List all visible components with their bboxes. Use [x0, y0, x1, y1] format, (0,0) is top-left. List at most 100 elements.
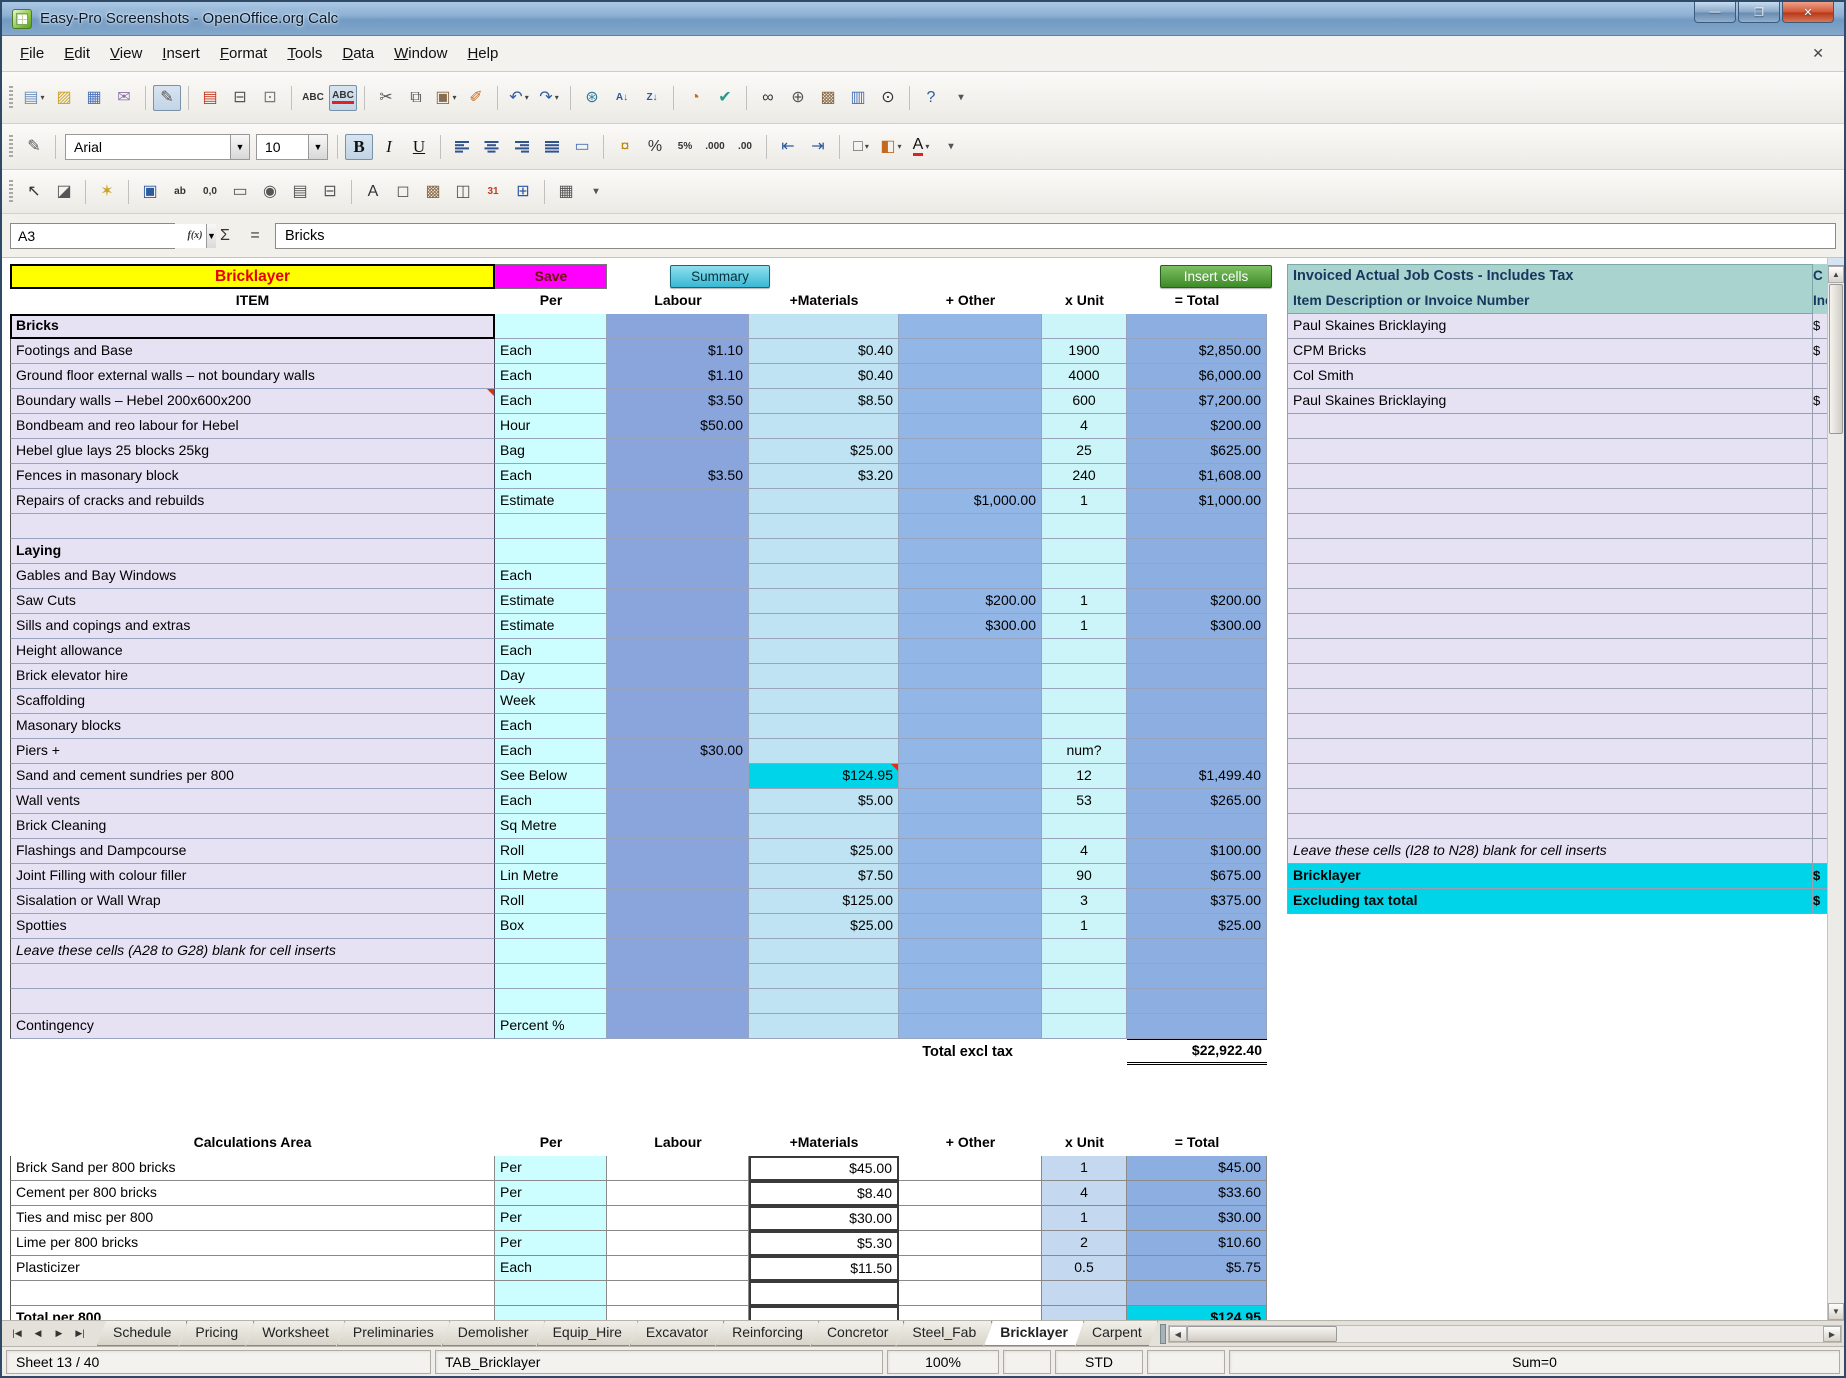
titlebar[interactable]: Easy-Pro Screenshots - OpenOffice.org Ca…: [2, 2, 1844, 36]
item-cell[interactable]: Bondbeam and reo labour for Hebel: [10, 414, 495, 439]
other-cell[interactable]: [899, 514, 1042, 539]
unit-cell[interactable]: 4000: [1042, 364, 1127, 389]
materials-cell[interactable]: [749, 564, 899, 589]
labour-cell[interactable]: [607, 614, 749, 639]
option-button-icon[interactable]: ◉: [256, 179, 284, 205]
unit-cell[interactable]: 3: [1042, 889, 1127, 914]
other-cell[interactable]: [899, 1281, 1042, 1306]
total-cell[interactable]: $1,499.40: [1127, 764, 1267, 789]
other-cell[interactable]: [899, 389, 1042, 414]
per-cell[interactable]: Each: [495, 714, 607, 739]
labour-cell[interactable]: [607, 814, 749, 839]
item-cell[interactable]: Piers +: [10, 739, 495, 764]
item-cell[interactable]: Sisalation or Wall Wrap: [10, 889, 495, 914]
materials-cell[interactable]: [749, 939, 899, 964]
column-header[interactable]: +Materials: [749, 289, 899, 314]
materials-cell[interactable]: $0.40: [749, 339, 899, 364]
item-cell[interactable]: Height allowance: [10, 639, 495, 664]
invoice-desc-cell[interactable]: Leave these cells (I28 to N28) blank for…: [1287, 839, 1813, 864]
sort-descending-icon[interactable]: Z↓: [638, 85, 666, 111]
other-cell[interactable]: [899, 439, 1042, 464]
unit-cell[interactable]: [1042, 989, 1127, 1014]
menu-format[interactable]: Format: [210, 40, 278, 67]
total-cell[interactable]: [1127, 814, 1267, 839]
per-cell[interactable]: Each: [495, 339, 607, 364]
formatted-field-icon[interactable]: 0,0: [196, 179, 224, 205]
invoice-desc-cell[interactable]: [1287, 564, 1813, 589]
toolbar-more-icon[interactable]: ▾: [582, 179, 610, 205]
materials-cell[interactable]: $25.00: [749, 439, 899, 464]
total-cell[interactable]: $33.60: [1127, 1181, 1267, 1206]
unit-cell[interactable]: num?: [1042, 739, 1127, 764]
unit-cell[interactable]: 25: [1042, 439, 1127, 464]
toolbar-handle[interactable]: [9, 180, 13, 204]
item-cell[interactable]: Ties and misc per 800: [10, 1206, 495, 1231]
menu-data[interactable]: Data: [332, 40, 384, 67]
push-button-icon[interactable]: ▭: [226, 179, 254, 205]
per-cell[interactable]: Each: [495, 639, 607, 664]
other-cell[interactable]: [899, 1156, 1042, 1181]
item-cell[interactable]: Plasticizer: [10, 1256, 495, 1281]
minimize-button[interactable]: —: [1694, 2, 1736, 23]
per-cell[interactable]: Per: [495, 1206, 607, 1231]
status-zoom[interactable]: 100%: [887, 1350, 999, 1374]
name-box[interactable]: ▼: [10, 223, 175, 249]
insert-chart-icon[interactable]: ◔: [681, 85, 709, 111]
item-cell[interactable]: Sand and cement sundries per 800: [10, 764, 495, 789]
menu-file[interactable]: File: [10, 40, 54, 67]
item-cell[interactable]: Boundary walls – Hebel 200x600x200: [10, 389, 495, 414]
other-cell[interactable]: [899, 464, 1042, 489]
materials-cell[interactable]: $45.00: [749, 1156, 899, 1181]
print-icon[interactable]: ⊟: [226, 85, 254, 111]
labour-cell[interactable]: [607, 989, 749, 1014]
sum-icon[interactable]: Σ: [211, 223, 239, 249]
item-cell[interactable]: [10, 964, 495, 989]
per-cell[interactable]: Each: [495, 739, 607, 764]
materials-cell[interactable]: $5.00: [749, 789, 899, 814]
export-pdf-icon[interactable]: ▤: [196, 85, 224, 111]
underline-icon[interactable]: U: [405, 134, 433, 160]
column-header[interactable]: x Unit: [1042, 1131, 1127, 1156]
image-button-icon[interactable]: ▩: [419, 179, 447, 205]
materials-cell[interactable]: $5.30: [749, 1231, 899, 1256]
per-cell[interactable]: [495, 539, 607, 564]
borders-icon[interactable]: □▾: [847, 134, 875, 160]
other-cell[interactable]: [899, 564, 1042, 589]
total-cell[interactable]: $124.95: [1127, 1306, 1267, 1320]
column-header[interactable]: = Total: [1127, 1131, 1267, 1156]
item-cell[interactable]: Scaffolding: [10, 689, 495, 714]
labour-cell[interactable]: [607, 964, 749, 989]
scroll-left-button[interactable]: ◀: [1169, 1326, 1187, 1342]
per-cell[interactable]: [495, 314, 607, 339]
align-justify-icon[interactable]: [538, 134, 566, 160]
align-right-icon[interactable]: [508, 134, 536, 160]
item-cell[interactable]: [10, 989, 495, 1014]
materials-cell[interactable]: [749, 514, 899, 539]
total-cell[interactable]: [1127, 989, 1267, 1014]
labour-cell[interactable]: [607, 539, 749, 564]
column-header[interactable]: +Materials: [749, 1131, 899, 1156]
menu-edit[interactable]: Edit: [54, 40, 100, 67]
toolbar-handle[interactable]: [9, 135, 13, 159]
unit-cell[interactable]: [1042, 964, 1127, 989]
labour-cell[interactable]: $1.10: [607, 339, 749, 364]
total-cell[interactable]: $625.00: [1127, 439, 1267, 464]
invoice-desc-cell[interactable]: [1287, 764, 1813, 789]
invoice-desc-cell[interactable]: [1287, 514, 1813, 539]
unit-cell[interactable]: [1042, 939, 1127, 964]
item-cell[interactable]: Spotties: [10, 914, 495, 939]
per-cell[interactable]: [495, 1281, 607, 1306]
item-cell[interactable]: Repairs of cracks and rebuilds: [10, 489, 495, 514]
materials-cell[interactable]: [749, 414, 899, 439]
unit-cell[interactable]: 12: [1042, 764, 1127, 789]
labour-cell[interactable]: [607, 1256, 749, 1281]
total-cell[interactable]: [1127, 964, 1267, 989]
total-cell[interactable]: $45.00: [1127, 1156, 1267, 1181]
labour-cell[interactable]: [607, 1231, 749, 1256]
item-cell[interactable]: [10, 1281, 495, 1306]
other-cell[interactable]: [899, 1306, 1042, 1320]
control-wizard-icon[interactable]: ✶: [93, 179, 121, 205]
scroll-up-button[interactable]: ▲: [1828, 266, 1844, 283]
item-cell[interactable]: Joint Filling with colour filler: [10, 864, 495, 889]
number-format-percent-icon[interactable]: %: [641, 134, 669, 160]
